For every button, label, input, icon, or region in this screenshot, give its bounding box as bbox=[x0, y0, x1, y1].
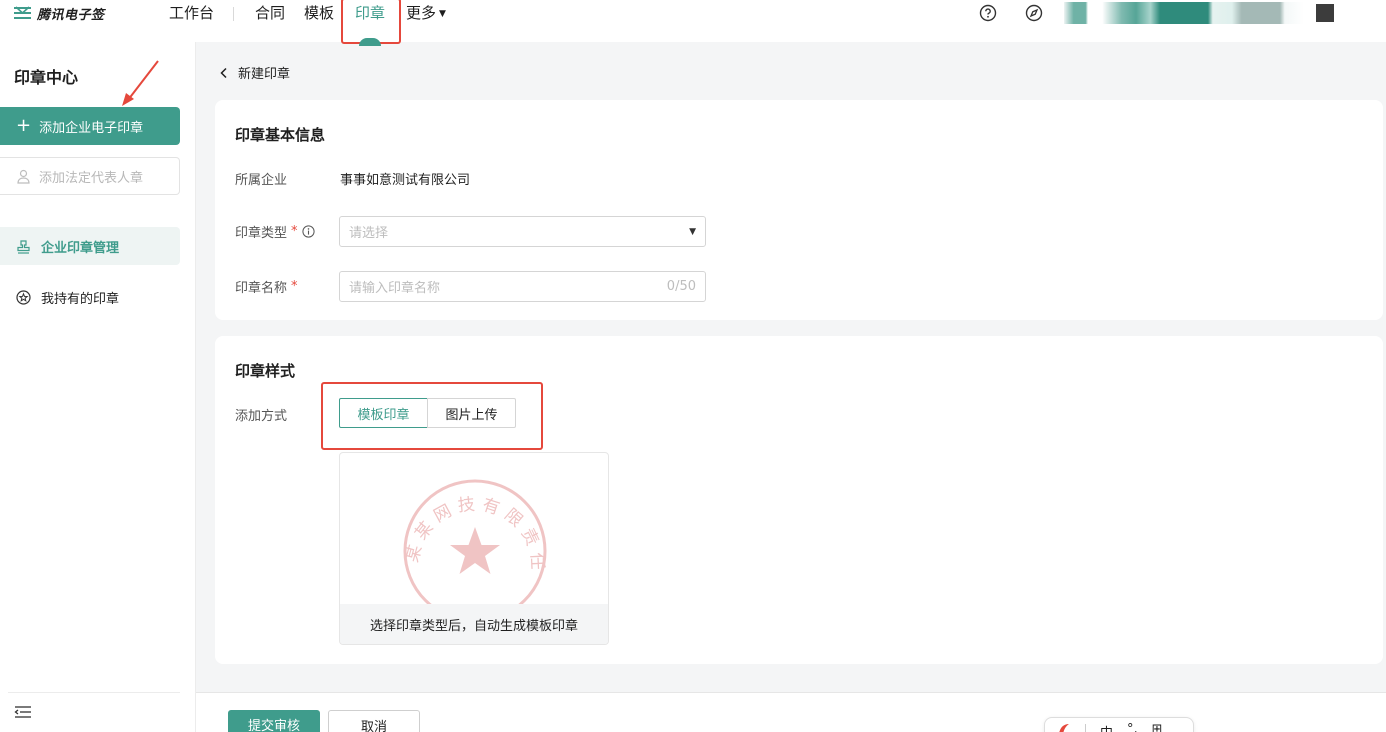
seal-name-placeholder: 请输入印章名称 bbox=[349, 281, 441, 296]
sidebar-title: 印章中心 bbox=[14, 68, 79, 87]
sidebar-item-label: 我持有的印章 bbox=[41, 291, 120, 307]
plus-icon: + bbox=[16, 115, 32, 136]
sidebar-divider bbox=[8, 692, 180, 693]
seal-name-input[interactable]: 请输入印章名称 0/50 bbox=[339, 271, 706, 302]
user-account-blurred[interactable] bbox=[1064, 2, 1304, 24]
add-method-label-text: 添加方式 bbox=[235, 409, 288, 424]
sidebar-item-my-seals[interactable]: 我持有的印章 bbox=[0, 278, 180, 316]
image-upload-option[interactable]: 图片上传 bbox=[427, 398, 516, 428]
submit-review-button[interactable]: 提交审核 bbox=[228, 710, 320, 732]
page-title: 新建印章 bbox=[238, 67, 291, 82]
add-legal-rep-seal-label: 添加法定代表人章 bbox=[39, 170, 144, 186]
seal-name-label-text: 印章名称 bbox=[235, 281, 288, 296]
nav-more[interactable]: 更多 ▼ bbox=[406, 3, 446, 26]
company-label: 所属企业 bbox=[235, 169, 287, 188]
compass-icon[interactable] bbox=[1025, 4, 1043, 22]
add-legal-rep-seal-button[interactable]: 添加法定代表人章 bbox=[0, 157, 180, 195]
stamp-icon bbox=[17, 239, 30, 254]
seal-style-card: 印章样式 添加方式 模板印章 图片上传 某某网技有限责任公司 选择印章类型后，自… bbox=[215, 336, 1383, 664]
seal-name-label: 印章名称 * bbox=[235, 277, 298, 296]
collapse-menu-icon[interactable] bbox=[14, 705, 32, 721]
footer-bar: 提交审核 取消 中 °, ⊞ bbox=[196, 692, 1386, 732]
info-icon[interactable] bbox=[301, 225, 315, 238]
basic-info-title: 印章基本信息 bbox=[235, 126, 326, 144]
basic-info-card: 印章基本信息 所属企业 事事如意测试有限公司 印章类型 * 请选择 ▼ 印章名称… bbox=[215, 100, 1383, 320]
nav-contracts[interactable]: 合同 bbox=[255, 3, 285, 23]
chevron-left-icon bbox=[220, 67, 227, 78]
seal-type-label: 印章类型 * bbox=[235, 222, 315, 241]
ime-language[interactable]: 中 bbox=[1100, 722, 1113, 732]
ime-punct-icon[interactable]: °, bbox=[1127, 722, 1138, 732]
ime-menu-icon[interactable]: ⊞ bbox=[1152, 722, 1163, 732]
logo-icon bbox=[14, 6, 31, 19]
char-counter: 0/50 bbox=[666, 279, 696, 294]
seal-type-select[interactable]: 请选择 ▼ bbox=[339, 216, 706, 247]
seal-watermark-icon: 某某网技有限责任公司 bbox=[398, 477, 547, 607]
help-icon[interactable] bbox=[979, 4, 997, 22]
nav-templates[interactable]: 模板 bbox=[304, 3, 334, 23]
ime-logo-icon bbox=[1059, 724, 1069, 732]
star-badge-icon bbox=[16, 289, 31, 305]
seal-style-title: 印章样式 bbox=[235, 362, 296, 380]
logo-text: 腾讯电子签 bbox=[37, 7, 105, 23]
sidebar-item-enterprise-seals[interactable]: 企业印章管理 bbox=[0, 227, 180, 265]
back-link[interactable]: 新建印章 bbox=[218, 63, 290, 82]
avatar[interactable] bbox=[1316, 4, 1334, 22]
required-mark: * bbox=[291, 279, 298, 294]
preview-caption: 选择印章类型后，自动生成模板印章 bbox=[340, 604, 608, 644]
company-value: 事事如意测试有限公司 bbox=[340, 173, 471, 188]
sidebar-item-label: 企业印章管理 bbox=[41, 240, 120, 256]
seal-type-label-text: 印章类型 bbox=[235, 226, 288, 241]
sidebar: 印章中心 + 添加企业电子印章 添加法定代表人章 企业印章管理 我持有的印章 bbox=[0, 42, 196, 732]
company-label-text: 所属企业 bbox=[235, 173, 288, 188]
seal-preview: 某某网技有限责任公司 选择印章类型后，自动生成模板印章 bbox=[339, 452, 609, 645]
required-mark: * bbox=[291, 224, 298, 239]
seal-type-placeholder: 请选择 bbox=[349, 226, 389, 241]
template-seal-option[interactable]: 模板印章 bbox=[339, 398, 428, 428]
app-logo[interactable]: 腾讯电子签 bbox=[14, 3, 105, 23]
ime-divider bbox=[1085, 724, 1086, 732]
person-icon bbox=[17, 169, 30, 184]
add-enterprise-seal-label: 添加企业电子印章 bbox=[39, 120, 144, 136]
add-enterprise-seal-button[interactable]: + 添加企业电子印章 bbox=[0, 107, 180, 145]
cancel-button[interactable]: 取消 bbox=[328, 710, 420, 732]
add-method-label: 添加方式 bbox=[235, 405, 287, 424]
nav-workbench[interactable]: 工作台 bbox=[169, 3, 214, 23]
ime-toolbar[interactable]: 中 °, ⊞ bbox=[1044, 717, 1194, 732]
annotation-arrow-icon bbox=[122, 60, 159, 106]
caret-down-icon: ▼ bbox=[689, 226, 696, 237]
nav-active-indicator bbox=[359, 38, 381, 46]
chevron-down-icon: ▼ bbox=[439, 9, 446, 19]
nav-divider bbox=[233, 7, 234, 21]
top-nav: 腾讯电子签 工作台 合同 模板 印章 更多 ▼ bbox=[0, 0, 1386, 46]
nav-more-label: 更多 bbox=[406, 4, 437, 22]
